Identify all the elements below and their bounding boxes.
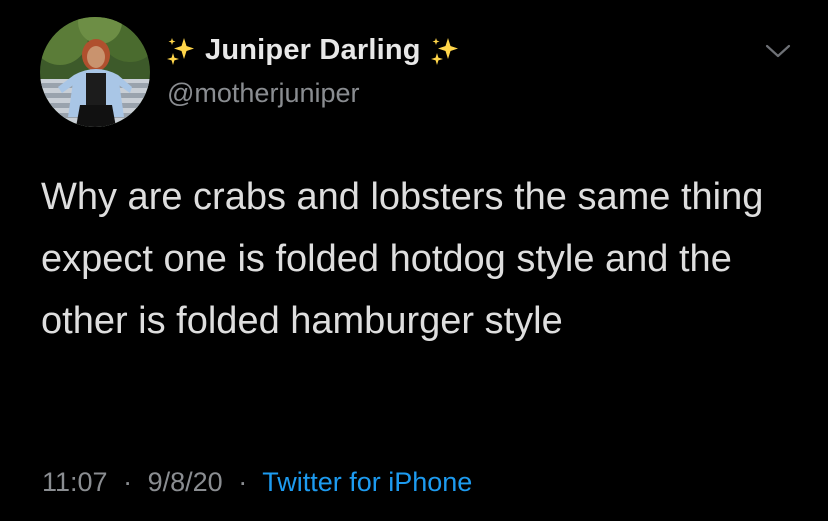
chevron-down-icon[interactable] (763, 40, 793, 62)
tweet-meta: 11:07 · 9/8/20 · Twitter for iPhone (42, 467, 472, 498)
meta-separator: · (123, 467, 133, 497)
profile-photo-icon (40, 17, 150, 127)
tweet-source-link[interactable]: Twitter for iPhone (262, 467, 472, 497)
sparkles-icon (429, 35, 461, 67)
display-name: Juniper Darling (205, 34, 421, 66)
avatar[interactable] (40, 17, 150, 127)
sparkles-icon (165, 35, 197, 67)
tweet-date[interactable]: 9/8/20 (148, 467, 223, 497)
tweet-card: Juniper Darling @motherjuniper Why are c… (0, 0, 828, 521)
tweet-text: Why are crabs and lobsters the same thin… (41, 176, 764, 342)
author-handle[interactable]: @motherjuniper (167, 78, 360, 109)
author-name-row[interactable]: Juniper Darling (165, 34, 461, 67)
tweet-time[interactable]: 11:07 (42, 467, 108, 497)
meta-separator: · (238, 467, 248, 497)
